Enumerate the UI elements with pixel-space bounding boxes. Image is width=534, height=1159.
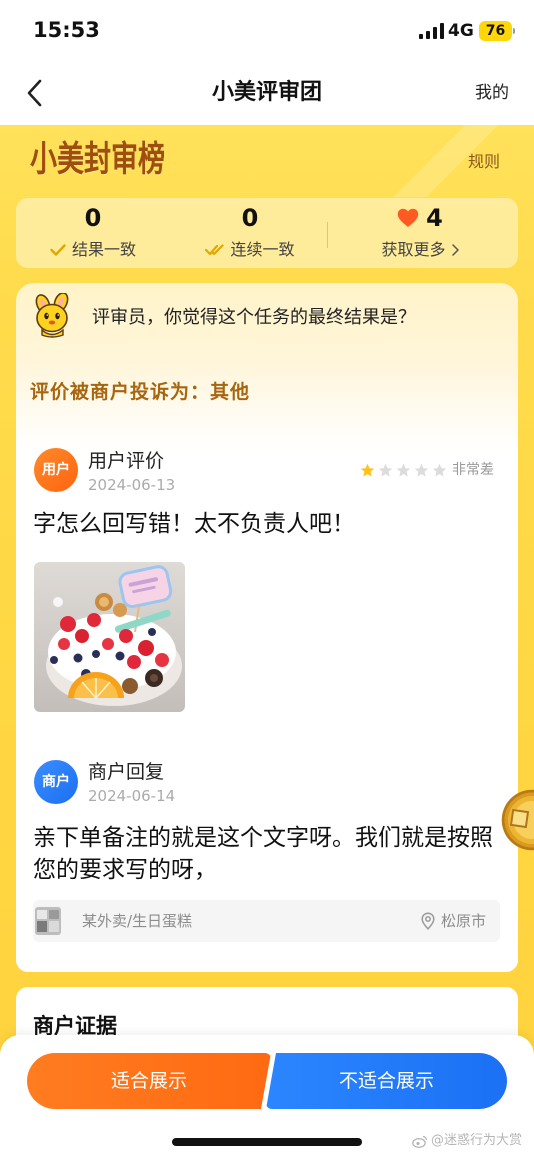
star-icon bbox=[432, 463, 447, 478]
coin-square-hole bbox=[509, 808, 530, 829]
stats-divider bbox=[327, 222, 328, 248]
back-button[interactable] bbox=[14, 72, 54, 114]
merchant-avatar: 商户 bbox=[34, 760, 78, 804]
stat-value: 0 bbox=[241, 204, 259, 232]
approve-button[interactable]: 适合展示 bbox=[27, 1053, 271, 1109]
content-area: 小美封审榜 规则 0 结果一致 0 连续一致 4 获取更多 评审员，你觉得这个任… bbox=[0, 125, 534, 1159]
gold-coin-icon[interactable] bbox=[498, 788, 534, 852]
merchant-reply-date: 2024-06-14 bbox=[88, 787, 176, 805]
stat-value: 0 bbox=[84, 204, 102, 232]
store-city: 松原市 bbox=[441, 912, 487, 930]
approve-label: 适合展示 bbox=[110, 1070, 187, 1092]
rules-link[interactable]: 规则 bbox=[460, 151, 508, 173]
watermark: @迷惑行为大赏 bbox=[412, 1132, 522, 1150]
user-review-title: 用户评价 bbox=[88, 450, 165, 472]
battery-nub bbox=[513, 28, 515, 34]
complaint-card: 评价被商户投诉为：其他 用户 用户评价 2024-06-13 非常差 字怎么回写… bbox=[16, 362, 518, 972]
prompt-question: 评审员，你觉得这个任务的最终结果是？ bbox=[92, 307, 416, 328]
user-avatar-label: 用户 bbox=[42, 462, 70, 478]
double-check-icon bbox=[205, 244, 225, 256]
complaint-reason: 评价被商户投诉为：其他 bbox=[30, 381, 251, 403]
battery-level: 76 bbox=[485, 23, 506, 39]
star-icon bbox=[378, 463, 393, 478]
weibo-icon bbox=[412, 1135, 428, 1148]
stat-value-row: 4 bbox=[357, 204, 483, 232]
stat-result-match: 0 结果一致 bbox=[30, 198, 156, 268]
rating-label: 非常差 bbox=[452, 462, 494, 478]
user-review-date: 2024-06-13 bbox=[88, 476, 176, 494]
store-name: 某外卖/生日蛋糕 bbox=[82, 912, 193, 930]
stat-label: 结果一致 bbox=[71, 240, 136, 259]
my-link[interactable]: 我的 bbox=[466, 81, 518, 105]
user-review-text: 字怎么回写错！太不负责人吧！ bbox=[33, 511, 355, 537]
stat-label: 连续一致 bbox=[230, 240, 295, 259]
store-thumbnail bbox=[35, 907, 61, 935]
stat-label-row: 获取更多 bbox=[357, 238, 483, 262]
user-avatar: 用户 bbox=[34, 448, 78, 492]
stats-card: 0 结果一致 0 连续一致 4 获取更多 bbox=[16, 198, 518, 268]
review-photo[interactable] bbox=[34, 562, 185, 712]
order-info-bar: 某外卖/生日蛋糕 松原市 bbox=[33, 900, 500, 942]
star-icon bbox=[414, 463, 429, 478]
battery-icon: 76 bbox=[479, 21, 512, 41]
reject-label: 不适合展示 bbox=[338, 1070, 434, 1092]
heart-count: 4 bbox=[426, 204, 443, 232]
merchant-reply-text: 亲下单备注的就是这个文字呀。我们就是按照您的要求写的呀， bbox=[33, 825, 493, 883]
star-icon bbox=[396, 463, 411, 478]
location-pin-icon bbox=[421, 912, 435, 930]
heart-icon bbox=[397, 208, 419, 228]
home-indicator bbox=[172, 1138, 362, 1146]
app-screen: 15:53 4G 76 小美评审团 我的 小美封审榜 规则 0 结果一致 0 连… bbox=[0, 0, 534, 1159]
mascot-icon bbox=[30, 293, 76, 339]
page-title: 小美评审团 bbox=[211, 80, 322, 105]
status-time: 15:53 bbox=[33, 18, 100, 42]
board-title: 小美封审榜 bbox=[30, 139, 165, 180]
star-icon bbox=[360, 463, 375, 478]
chevron-right-icon bbox=[451, 244, 459, 256]
watermark-text: @迷惑行为大赏 bbox=[431, 1133, 523, 1148]
merchant-avatar-label: 商户 bbox=[42, 774, 70, 790]
check-icon bbox=[50, 244, 66, 256]
star-rating bbox=[360, 463, 447, 478]
stat-label-row: 结果一致 bbox=[30, 238, 156, 262]
chevron-left-icon bbox=[26, 79, 42, 107]
merchant-reply-title: 商户回复 bbox=[88, 761, 165, 783]
stat-streak-match: 0 连续一致 bbox=[187, 198, 313, 268]
signal-icon bbox=[419, 23, 444, 39]
stat-get-more[interactable]: 4 获取更多 bbox=[357, 198, 483, 268]
stat-label-row: 连续一致 bbox=[187, 238, 313, 262]
status-bar: 15:53 4G 76 bbox=[0, 0, 534, 60]
nav-bar: 小美评审团 我的 bbox=[0, 60, 534, 125]
get-more-label: 获取更多 bbox=[381, 240, 446, 259]
network-type: 4G bbox=[448, 21, 474, 41]
reject-button[interactable]: 不适合展示 bbox=[266, 1053, 507, 1109]
